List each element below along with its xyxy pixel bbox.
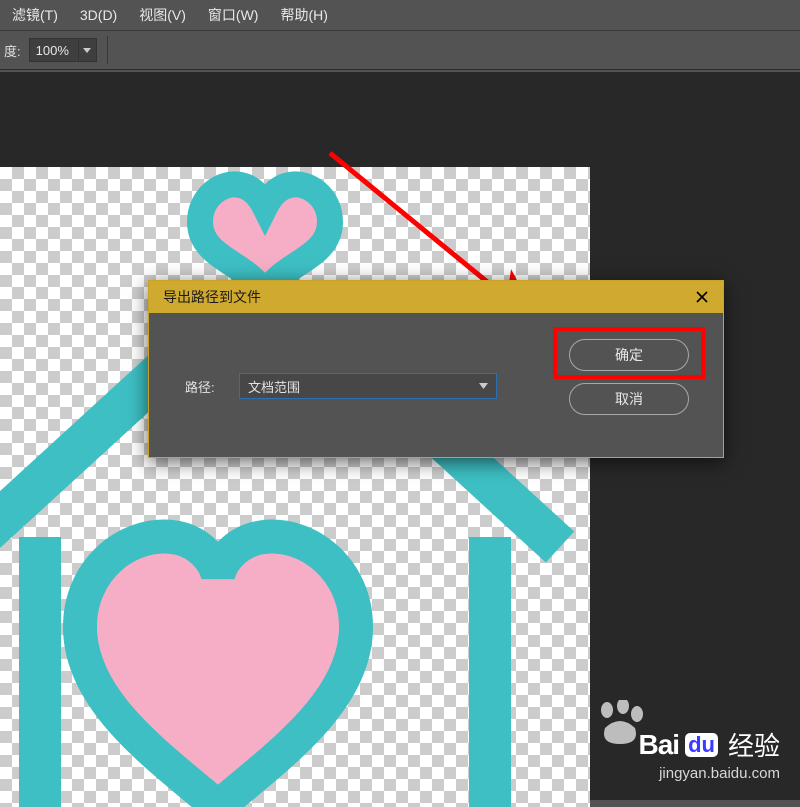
menu-window[interactable]: 窗口(W) bbox=[208, 5, 259, 25]
close-icon[interactable] bbox=[691, 286, 713, 308]
export-path-dialog: 导出路径到文件 路径: 文档范围 确定 取消 bbox=[148, 280, 724, 458]
chevron-down-icon[interactable] bbox=[479, 381, 488, 392]
path-label: 路径: bbox=[185, 377, 215, 396]
degree-label: 度: bbox=[4, 41, 21, 60]
dialog-title-text: 导出路径到文件 bbox=[163, 287, 261, 307]
cancel-button-label: 取消 bbox=[615, 389, 643, 409]
watermark-brand-left: Bai bbox=[639, 729, 680, 761]
ok-button[interactable]: 确定 bbox=[569, 339, 689, 371]
menu-filter[interactable]: 滤镜(T) bbox=[12, 5, 58, 25]
options-bar: 度: bbox=[0, 30, 800, 70]
watermark-brand-box: du bbox=[685, 733, 718, 757]
dialog-body: 路径: 文档范围 确定 取消 bbox=[149, 313, 723, 457]
paw-icon bbox=[595, 700, 645, 745]
path-select-value: 文档范围 bbox=[248, 377, 300, 396]
canvas[interactable] bbox=[0, 167, 590, 807]
ok-button-label: 确定 bbox=[615, 345, 643, 365]
menu-view[interactable]: 视图(V) bbox=[139, 5, 186, 25]
separator bbox=[107, 36, 108, 64]
watermark: Baidu 经验 jingyan.baidu.com bbox=[639, 726, 780, 782]
chevron-down-icon[interactable] bbox=[78, 39, 96, 61]
watermark-brand-right: 经验 bbox=[728, 726, 780, 763]
zoom-combo[interactable] bbox=[29, 38, 97, 62]
cancel-button[interactable]: 取消 bbox=[569, 383, 689, 415]
menu-3d[interactable]: 3D(D) bbox=[80, 7, 117, 23]
dialog-titlebar[interactable]: 导出路径到文件 bbox=[149, 281, 723, 313]
menu-help[interactable]: 帮助(H) bbox=[280, 5, 327, 25]
watermark-link: jingyan.baidu.com bbox=[639, 765, 780, 782]
zoom-input[interactable] bbox=[30, 43, 78, 58]
artwork-house-heart-icon bbox=[0, 167, 590, 807]
menu-bar: 滤镜(T) 3D(D) 视图(V) 窗口(W) 帮助(H) bbox=[0, 0, 800, 30]
path-select[interactable]: 文档范围 bbox=[239, 373, 497, 399]
